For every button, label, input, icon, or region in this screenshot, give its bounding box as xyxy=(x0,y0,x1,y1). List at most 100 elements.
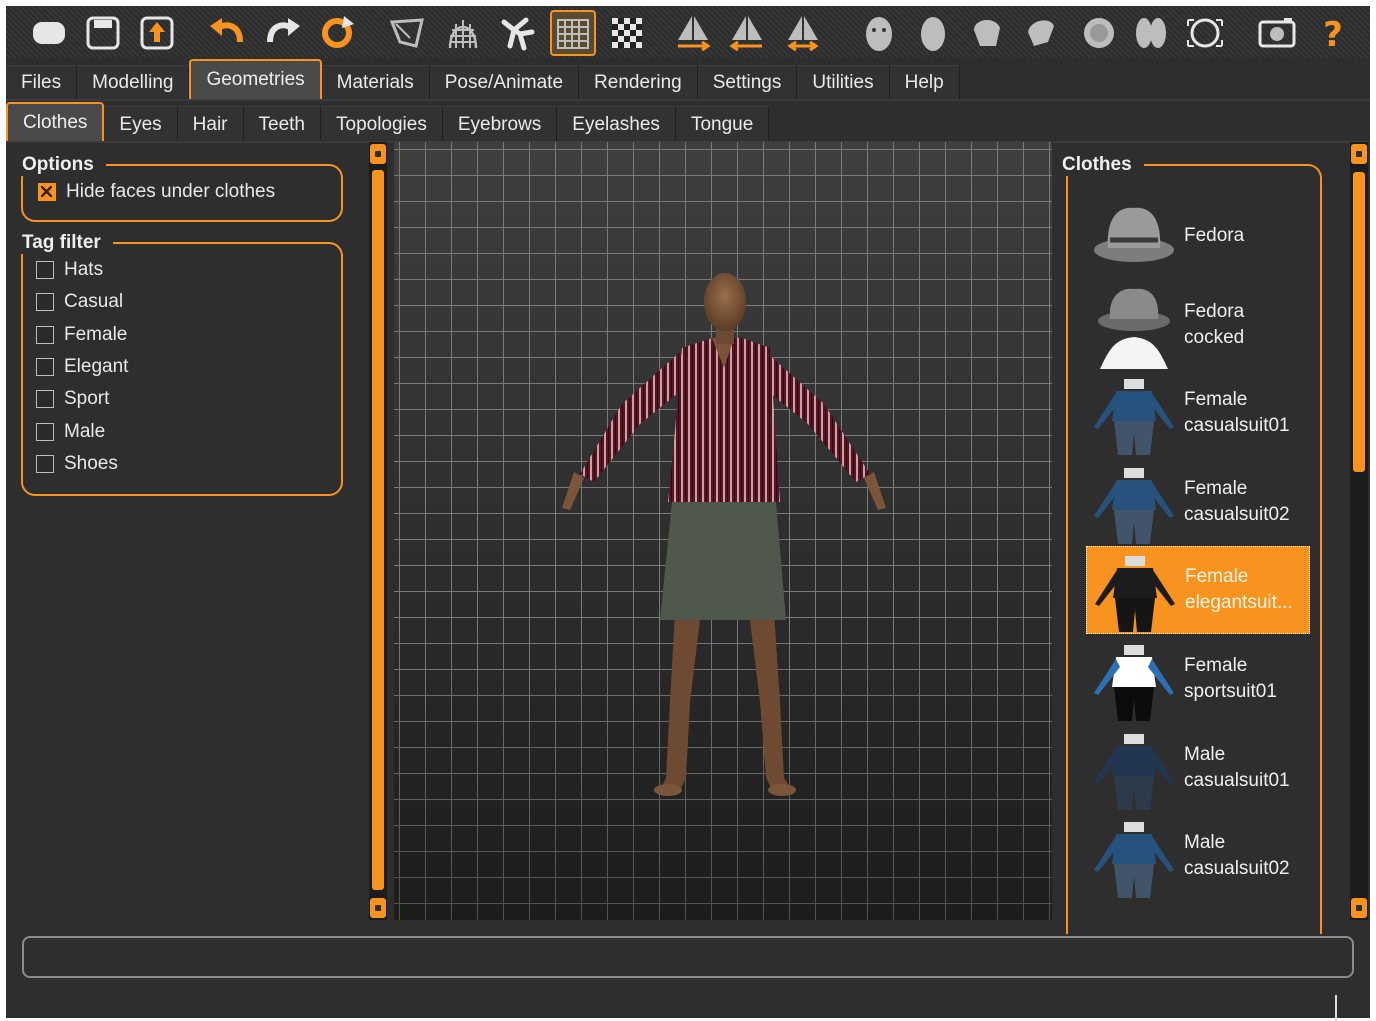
head-right-button[interactable] xyxy=(1018,10,1064,56)
save-button[interactable] xyxy=(80,10,126,56)
clothes-item-label: Male casualsuit02 xyxy=(1184,832,1290,880)
new-file-button[interactable] xyxy=(26,10,72,56)
tag-shoes-checkbox[interactable] xyxy=(36,454,54,473)
tab-files[interactable]: Files xyxy=(6,65,78,99)
subtab-topologies[interactable]: Topologies xyxy=(321,106,443,142)
hide-faces-label: Hide faces under clothes xyxy=(66,181,276,202)
head-left-button[interactable] xyxy=(964,10,1010,56)
tab-materials[interactable]: Materials xyxy=(321,65,430,99)
3d-viewport[interactable] xyxy=(394,142,1052,920)
tab-rendering[interactable]: Rendering xyxy=(579,65,698,99)
tab-modelling[interactable]: Modelling xyxy=(77,65,190,99)
subtab-clothes[interactable]: Clothes xyxy=(6,102,105,142)
reset-button[interactable] xyxy=(314,10,360,56)
scroll-thumb[interactable] xyxy=(372,170,384,890)
pose-button[interactable] xyxy=(494,10,540,56)
clothes-item[interactable]: Male casualsuit01 xyxy=(1086,724,1310,812)
tab-pose-animate[interactable]: Pose/Animate xyxy=(429,65,580,99)
clothes-thumbnail xyxy=(1086,281,1182,369)
tag-casual-row[interactable]: Casual xyxy=(36,287,123,317)
eye-button[interactable] xyxy=(1076,10,1122,56)
clothes-item[interactable]: Female casualsuit01 xyxy=(1086,369,1310,457)
checker-button[interactable] xyxy=(604,10,650,56)
clothes-thumbnail xyxy=(1086,635,1182,723)
tab-utilities[interactable]: Utilities xyxy=(797,65,890,99)
subtab-hair[interactable]: Hair xyxy=(177,106,244,142)
clothes-thumbnail xyxy=(1086,812,1182,900)
clothes-item[interactable]: Fedora cocked xyxy=(1086,281,1310,369)
scroll-up-button[interactable] xyxy=(370,144,386,164)
tab-settings[interactable]: Settings xyxy=(697,65,798,99)
redo-button[interactable] xyxy=(260,10,306,56)
tag-sport-row[interactable]: Sport xyxy=(36,384,109,414)
head-icon xyxy=(921,17,945,51)
text-caret xyxy=(1335,995,1337,1021)
tab-geometries[interactable]: Geometries xyxy=(189,59,322,99)
help-button[interactable]: ? xyxy=(1310,10,1356,56)
tag-label: Elegant xyxy=(64,355,129,377)
tag-elegant-checkbox[interactable] xyxy=(36,357,54,376)
tag-male-row[interactable]: Male xyxy=(36,417,105,447)
export-icon xyxy=(140,16,174,50)
tag-female-checkbox[interactable] xyxy=(36,325,54,344)
tag-female-row[interactable]: Female xyxy=(36,320,127,350)
tag-elegant-row[interactable]: Elegant xyxy=(36,352,128,382)
clothes-item[interactable]: Male casualsuit02 xyxy=(1086,812,1310,900)
clothes-group: Fedora Fedora cocked Female casualsuit01… xyxy=(1066,164,1322,934)
clothes-item[interactable]: Female casualsuit02 xyxy=(1086,458,1310,546)
tag-casual-checkbox[interactable] xyxy=(36,293,54,312)
tag-male-checkbox[interactable] xyxy=(36,422,54,441)
subtab-teeth[interactable]: Teeth xyxy=(243,106,321,142)
clothes-item[interactable]: Female elegantsuit... xyxy=(1086,546,1310,635)
subtab-eyelashes[interactable]: Eyelashes xyxy=(557,106,676,142)
tab-help[interactable]: Help xyxy=(889,65,960,99)
reset-camera-button[interactable] xyxy=(1182,10,1228,56)
top-view-button[interactable] xyxy=(1128,10,1174,56)
checker-icon xyxy=(612,18,642,48)
clothes-thumbnail xyxy=(1086,724,1182,812)
grid-button[interactable] xyxy=(550,10,596,56)
clothes-item[interactable]: Fedora xyxy=(1086,192,1310,280)
clothes-scroll-thumb[interactable] xyxy=(1353,172,1365,472)
tag-hats-row[interactable]: Hats xyxy=(36,255,103,285)
undo-button[interactable] xyxy=(204,10,250,56)
smooth-icon xyxy=(389,18,424,48)
clothes-thumbnail xyxy=(1086,369,1182,457)
hide-faces-checkbox[interactable] xyxy=(38,183,56,201)
clothes-item[interactable]: Male xyxy=(1086,901,1310,935)
front-view-button[interactable] xyxy=(670,10,716,56)
smooth-button[interactable] xyxy=(384,10,430,56)
clothes-thumbnail xyxy=(1086,458,1182,546)
makehuman-window: ? Files Modelling Geometries Materials Pose/… xyxy=(6,6,1370,1021)
clothes-title: Clothes xyxy=(1060,154,1144,176)
clothes-scrollbar[interactable] xyxy=(1350,142,1368,920)
face-view-button[interactable] xyxy=(856,10,902,56)
clothes-scroll-up-button[interactable] xyxy=(1351,144,1367,164)
tag-label: Female xyxy=(64,323,128,345)
progress-bar xyxy=(22,936,1354,978)
subtab-eyes[interactable]: Eyes xyxy=(104,106,178,142)
pose-icon xyxy=(501,17,535,51)
undo-icon xyxy=(210,18,243,43)
subtab-eyebrows[interactable]: Eyebrows xyxy=(442,106,558,142)
clothes-item-label: Male xyxy=(1184,932,1225,935)
clothes-item[interactable]: Female sportsuit01 xyxy=(1086,635,1310,723)
wireframe-button[interactable] xyxy=(440,10,486,56)
clothes-scroll-down-button[interactable] xyxy=(1351,898,1367,918)
tag-shoes-row[interactable]: Shoes xyxy=(36,449,118,479)
side-view-button[interactable] xyxy=(780,10,826,56)
export-button[interactable] xyxy=(134,10,180,56)
tag-label: Sport xyxy=(64,388,110,410)
scroll-down-button[interactable] xyxy=(370,898,386,918)
head-button[interactable] xyxy=(910,10,956,56)
tag-hats-checkbox[interactable] xyxy=(36,261,54,279)
tag-filter-title: Tag filter xyxy=(20,232,113,254)
clothes-item-label: Female casualsuit02 xyxy=(1184,477,1290,525)
screenshot-button[interactable] xyxy=(1254,10,1300,56)
subtab-tongue[interactable]: Tongue xyxy=(675,106,770,142)
hide-faces-checkbox-row[interactable]: Hide faces under clothes xyxy=(38,177,275,207)
tag-label: Hats xyxy=(64,259,104,280)
back-view-button[interactable] xyxy=(724,10,770,56)
left-panel-scrollbar[interactable] xyxy=(369,142,387,920)
tag-sport-checkbox[interactable] xyxy=(36,390,54,409)
